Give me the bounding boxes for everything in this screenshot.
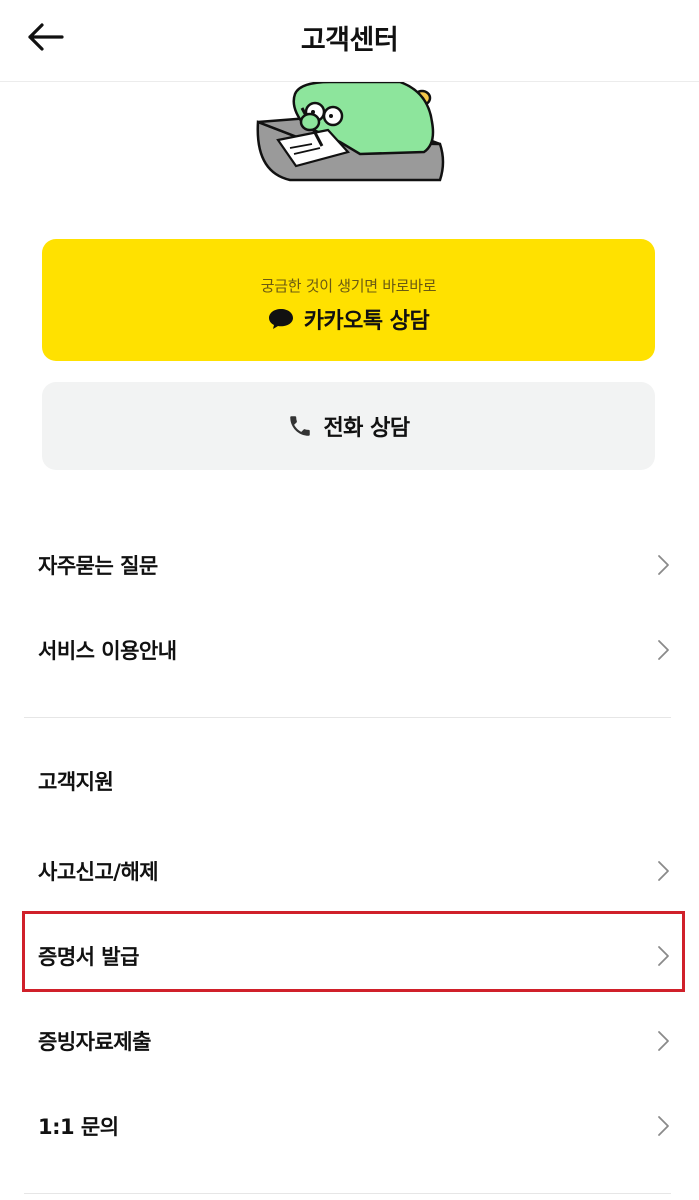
support-section-title: 고객지원 — [38, 770, 114, 794]
menu-item-label: 사고신고/해제 — [38, 860, 159, 884]
customer-center-screen: 고객센터 궁금한 것이 생기면 바로바로 카카오톡 상담 전화 상담 자주묻는 … — [0, 0, 699, 1200]
phone-consult-button[interactable]: 전화 상담 — [42, 382, 655, 470]
chevron-right-icon — [658, 640, 669, 660]
kakaotalk-consult-subtitle: 궁금한 것이 생기면 바로바로 — [260, 277, 437, 295]
chat-bubble-icon — [268, 309, 293, 329]
phone-icon — [290, 416, 311, 436]
section-divider — [24, 717, 671, 718]
header-bar: 고객센터 — [0, 0, 699, 82]
menu-item-label: 증명서 발급 — [38, 945, 139, 969]
menu-item-service-guide[interactable]: 서비스 이용안내 — [24, 618, 675, 682]
menu-item-label: 서비스 이용안내 — [38, 639, 177, 663]
menu-item-label: 증빙자료제출 — [38, 1030, 151, 1054]
menu-item-one-on-one-inquiry[interactable]: 1:1 문의 — [24, 1094, 675, 1158]
menu-item-label: 자주묻는 질문 — [38, 554, 158, 578]
menu-item-label: 1:1 문의 — [38, 1115, 119, 1139]
phone-consult-label: 전화 상담 — [323, 416, 410, 441]
kakaotalk-consult-button[interactable]: 궁금한 것이 생기면 바로바로 카카오톡 상담 — [42, 239, 655, 361]
page-title: 고객센터 — [300, 25, 399, 56]
chevron-right-icon — [658, 1116, 669, 1136]
menu-item-certificate-issue[interactable]: 증명서 발급 — [24, 924, 675, 988]
section-divider — [24, 1193, 671, 1194]
kakaotalk-consult-label: 카카오톡 상담 — [303, 309, 430, 334]
chevron-right-icon — [658, 555, 669, 575]
chevron-right-icon — [658, 946, 669, 966]
menu-item-evidence-submit[interactable]: 증빙자료제출 — [24, 1009, 675, 1073]
kakaotalk-consult-label-row: 카카오톡 상담 — [42, 303, 655, 335]
menu-item-accident-report[interactable]: 사고신고/해제 — [24, 839, 675, 903]
chevron-right-icon — [658, 861, 669, 881]
chevron-right-icon — [658, 1031, 669, 1051]
character-writing-illustration — [256, 82, 445, 182]
menu-item-faq[interactable]: 자주묻는 질문 — [24, 533, 675, 597]
